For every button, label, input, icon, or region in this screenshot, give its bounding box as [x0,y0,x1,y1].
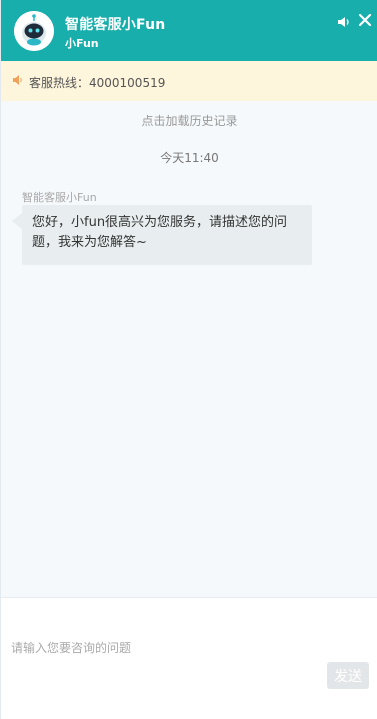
hotline-text: 客服热线：4000100519 [29,76,166,90]
hotline-bar: 客服热线：4000100519 [1,61,377,101]
chat-window: 智能客服小Fun 小Fun 客服热线：4000100519 点击加载历史记录 今… [0,0,377,719]
message-list: 点击加载历史记录 今天11:40 智能客服小Fun 您好，小fun很高兴为您服务… [1,101,377,597]
message-input[interactable] [11,636,311,660]
load-history-link[interactable]: 点击加载历史记录 [1,112,377,129]
agent-title: 智能客服小Fun [65,17,166,33]
bubble-tail [12,213,22,229]
send-button[interactable]: 发送 [327,662,369,689]
chat-header: 智能客服小Fun 小Fun [1,0,377,61]
message-sender: 智能客服小Fun [22,191,97,204]
volume-icon[interactable] [337,14,351,28]
robot-avatar-icon [14,11,54,51]
close-icon[interactable] [357,12,373,28]
message-bubble: 您好，小fun很高兴为您服务，请描述您的问题，我来为您解答~ [22,205,312,265]
speaker-icon [12,74,24,86]
agent-subtitle: 小Fun [65,37,99,50]
timestamp: 今天11:40 [160,151,219,165]
composer: 发送 [1,597,377,719]
